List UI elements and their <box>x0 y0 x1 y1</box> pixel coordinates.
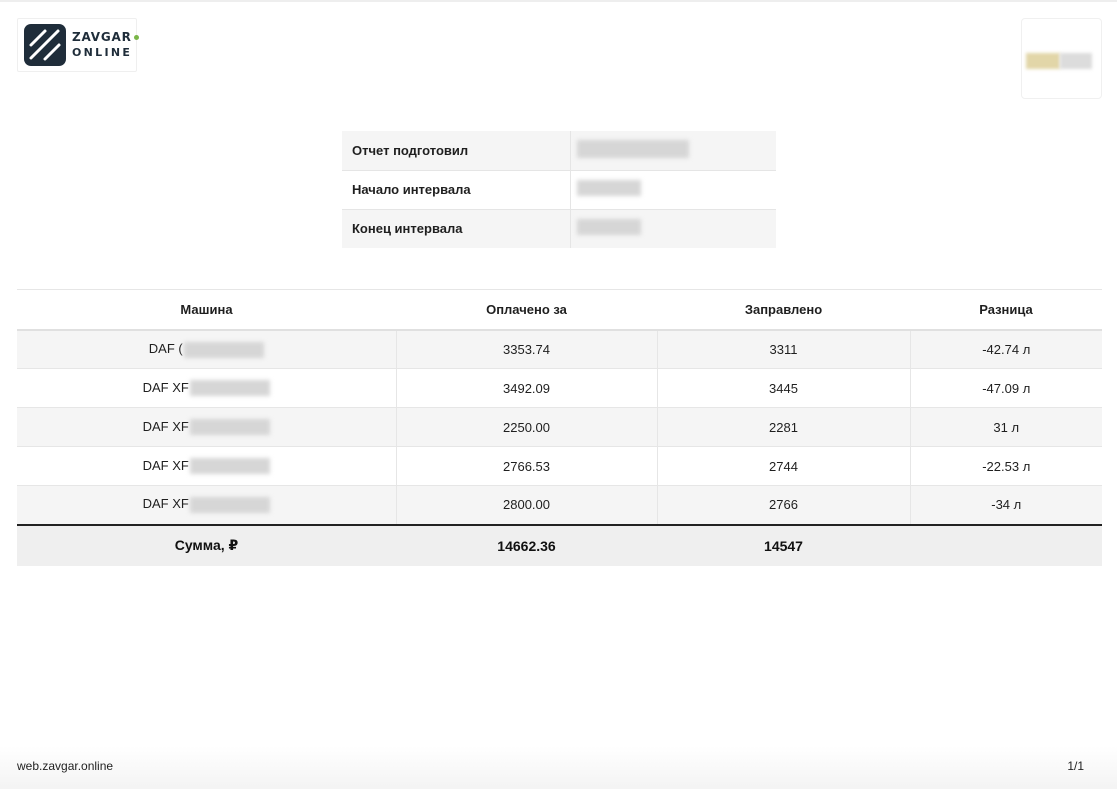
info-row-prepared-by: Отчет подготовил <box>342 131 776 170</box>
table-row: DAF XF 3492.09 3445 -47.09 л <box>17 368 1102 408</box>
cell-fueled: 2766 <box>656 485 910 526</box>
cell-fueled: 3445 <box>656 368 910 408</box>
car-name: DAF XF <box>142 418 189 434</box>
cell-difference: -47.09 л <box>909 368 1102 408</box>
cell-fueled: 2744 <box>656 446 910 486</box>
column-header-paid: Оплачено за <box>396 289 657 331</box>
cell-difference: -22.53 л <box>909 446 1102 486</box>
table-row: DAF XF 2250.00 2281 31 л <box>17 407 1102 447</box>
column-header-car: Машина <box>17 289 396 331</box>
info-value-redacted <box>570 169 776 209</box>
table-row: DAF XF 2800.00 2766 -34 л <box>17 485 1102 526</box>
footer-url: web.zavgar.online <box>17 759 114 773</box>
redacted-block <box>1026 53 1060 69</box>
cell-paid: 3492.09 <box>395 368 657 408</box>
logo-text: ZAVGAR ONLINE <box>72 30 139 60</box>
cell-car: DAF XF <box>17 368 396 408</box>
cell-paid: 2250.00 <box>395 407 657 447</box>
car-name: DAF ( <box>148 340 183 356</box>
redacted-block <box>189 419 270 436</box>
cell-car: DAF XF <box>17 485 396 526</box>
cell-car: DAF ( <box>17 329 396 369</box>
table-row: DAF ( 3353.74 3311 -42.74 л <box>17 329 1102 369</box>
redacted-block <box>1060 53 1092 69</box>
info-label: Начало интервала <box>342 169 571 209</box>
zavgar-logo-icon <box>24 24 66 66</box>
info-label: Отчет подготовил <box>342 131 571 170</box>
cell-paid: 3353.74 <box>395 329 657 369</box>
info-label: Конец интервала <box>342 208 571 248</box>
info-value-redacted <box>570 131 776 170</box>
table-row: DAF XF 2766.53 2744 -22.53 л <box>17 446 1102 486</box>
redacted-block <box>189 380 270 397</box>
page-footer: web.zavgar.online 1/1 <box>0 746 1117 789</box>
redacted-block <box>183 341 264 358</box>
report-info-table: Отчет подготовил Начало интервала Конец … <box>342 131 776 248</box>
total-fueled: 14547 <box>657 524 910 566</box>
total-label: Сумма, ₽ <box>17 524 396 566</box>
cell-paid: 2766.53 <box>395 446 657 486</box>
car-name: DAF XF <box>142 379 189 395</box>
redacted-block <box>189 458 270 475</box>
info-row-interval-end: Конец интервала <box>342 208 776 248</box>
info-value-redacted <box>570 208 776 248</box>
redacted-block <box>189 497 270 514</box>
cell-car: DAF XF <box>17 407 396 447</box>
company-logo-redacted <box>1021 18 1102 99</box>
table-total-row: Сумма, ₽ 14662.36 14547 <box>17 524 1102 566</box>
redacted-block <box>576 139 689 158</box>
cell-paid: 2800.00 <box>395 485 657 526</box>
redacted-block <box>576 180 641 196</box>
column-header-difference: Разница <box>910 289 1102 331</box>
cell-difference: -34 л <box>909 485 1102 526</box>
info-row-interval-start: Начало интервала <box>342 169 776 209</box>
zavgar-logo: ZAVGAR ONLINE <box>17 18 139 72</box>
logo-line-1: ZAVGAR <box>72 30 132 44</box>
cell-difference: 31 л <box>909 407 1102 447</box>
page-number: 1/1 <box>1067 759 1084 773</box>
fuel-report-table: Машина Оплачено за Заправлено Разница DA… <box>17 289 1102 566</box>
redacted-block <box>576 219 641 236</box>
table-header-row: Машина Оплачено за Заправлено Разница <box>17 289 1102 331</box>
car-name: DAF XF <box>142 457 189 473</box>
total-difference <box>910 524 1102 566</box>
car-name: DAF XF <box>142 496 189 512</box>
report-page: ZAVGAR ONLINE Отчет подготовил Начало ин… <box>0 0 1117 789</box>
cell-fueled: 3311 <box>656 329 910 369</box>
total-paid: 14662.36 <box>396 524 657 566</box>
logo-dot-icon <box>133 35 139 40</box>
cell-fueled: 2281 <box>656 407 910 447</box>
cell-car: DAF XF <box>17 446 396 486</box>
logo-line-2: ONLINE <box>72 46 133 59</box>
column-header-fueled: Заправлено <box>657 289 910 331</box>
cell-difference: -42.74 л <box>909 329 1102 369</box>
